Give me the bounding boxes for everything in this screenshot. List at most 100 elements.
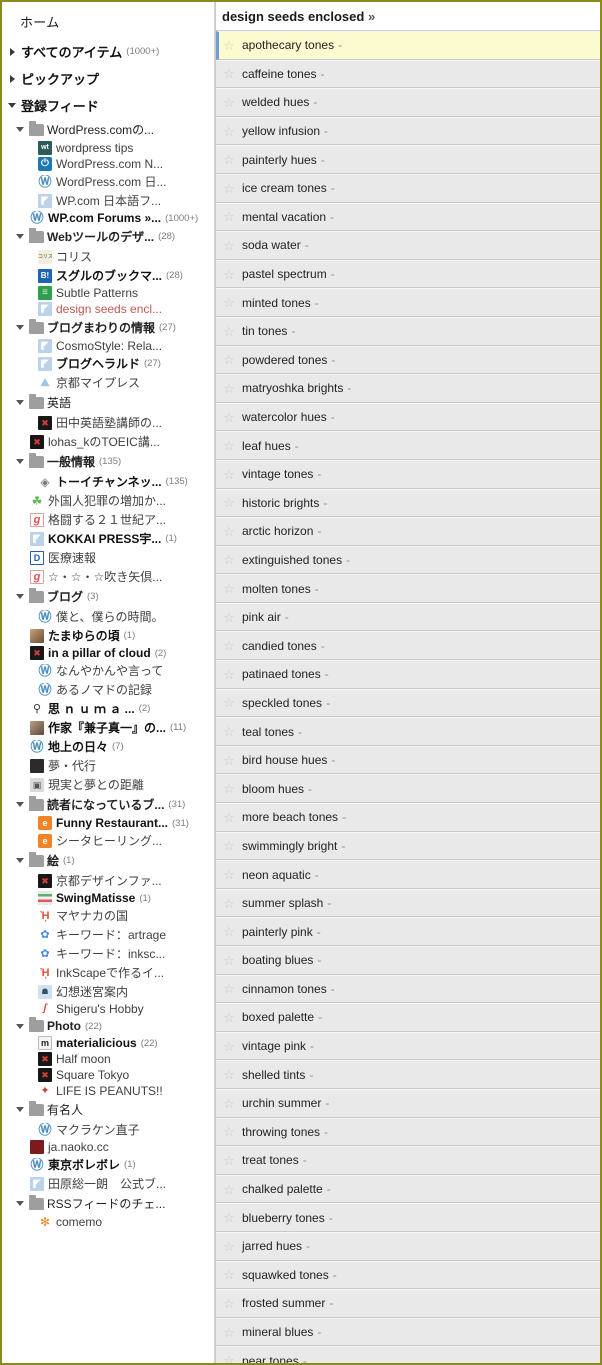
- chevron-down-icon[interactable]: [16, 457, 25, 466]
- sidebar-folder[interactable]: 英語: [2, 392, 214, 413]
- item-row[interactable]: ☆ molten tones -: [216, 574, 600, 603]
- star-icon[interactable]: ☆: [221, 525, 237, 538]
- sidebar-feed-item[interactable]: ◤ CosmoStyle: Rela...: [2, 338, 214, 354]
- star-icon[interactable]: ☆: [221, 239, 237, 252]
- star-icon[interactable]: ☆: [221, 1154, 237, 1167]
- item-row[interactable]: ☆ summer splash -: [216, 888, 600, 918]
- sidebar-feed-item[interactable]: ✖ Half moon: [2, 1051, 214, 1067]
- chevron-down-icon[interactable]: [16, 856, 25, 865]
- sidebar-feed-item[interactable]: Ⓦ WP.com Forums »... (1000+): [2, 210, 214, 226]
- item-row[interactable]: ☆ treat tones -: [216, 1146, 600, 1175]
- sidebar-feed-item[interactable]: WordPress.com N...: [2, 156, 214, 172]
- sidebar-feed-item[interactable]: ✖ in a pillar of cloud (2): [2, 645, 214, 661]
- item-row[interactable]: ☆ frosted summer -: [216, 1289, 600, 1318]
- star-icon[interactable]: ☆: [221, 1011, 237, 1024]
- sidebar-feed-item[interactable]: e シータヒーリング...: [2, 831, 214, 850]
- star-icon[interactable]: ☆: [221, 754, 237, 767]
- feed-title-header[interactable]: design seeds enclosed »: [216, 2, 600, 31]
- item-row[interactable]: ☆ pear tones -: [216, 1346, 600, 1363]
- item-row[interactable]: ☆ tin tones -: [216, 316, 600, 346]
- item-row[interactable]: ☆ caffeine tones -: [216, 59, 600, 89]
- star-icon[interactable]: ☆: [221, 782, 237, 795]
- sidebar-feed-item[interactable]: ᾘ マヤナカの国: [2, 906, 214, 925]
- star-icon[interactable]: ☆: [221, 411, 237, 424]
- sidebar-feed-item[interactable]: コリス コリス: [2, 247, 214, 266]
- item-row[interactable]: ☆ throwing tones -: [216, 1117, 600, 1147]
- star-icon[interactable]: ☆: [221, 96, 237, 109]
- chevron-right-icon[interactable]: [8, 47, 17, 56]
- sidebar-feed-item[interactable]: ✿ キーワード：inksc...: [2, 944, 214, 963]
- star-icon[interactable]: ☆: [221, 897, 237, 910]
- sidebar-section-2[interactable]: ピックアップ: [2, 65, 214, 92]
- sidebar-feed-item[interactable]: ◈ トーイチャンネッ... (135): [2, 472, 214, 491]
- item-row[interactable]: ☆ mineral blues -: [216, 1317, 600, 1347]
- item-row[interactable]: ☆ powdered tones -: [216, 345, 600, 375]
- sidebar-feed-item[interactable]: g ☆・☆・☆吹き矢倶...: [2, 567, 214, 586]
- star-icon[interactable]: ☆: [221, 1097, 237, 1110]
- sidebar-folder[interactable]: 有名人: [2, 1099, 214, 1120]
- item-row[interactable]: ☆ pink air -: [216, 602, 600, 632]
- item-row[interactable]: ☆ watercolor hues -: [216, 402, 600, 432]
- sidebar-feed-item[interactable]: ᾘ InkScapeで作るイ...: [2, 963, 214, 982]
- item-row[interactable]: ☆ leaf hues -: [216, 431, 600, 460]
- star-icon[interactable]: ☆: [221, 611, 237, 624]
- sidebar-folder[interactable]: ブログ (3): [2, 586, 214, 607]
- star-icon[interactable]: ☆: [221, 982, 237, 995]
- feed-sidebar[interactable]: ホーム すべてのアイテム (1000+) ピックアップ 登録フィード WordPres…: [2, 2, 215, 1363]
- item-row[interactable]: ☆ blueberry tones -: [216, 1203, 600, 1232]
- item-row[interactable]: ☆ extinguished tones -: [216, 545, 600, 575]
- chevron-down-icon[interactable]: [16, 232, 25, 241]
- item-row[interactable]: ☆ shelled tints -: [216, 1060, 600, 1089]
- item-row[interactable]: ☆ welded hues -: [216, 88, 600, 117]
- star-icon[interactable]: ☆: [221, 353, 237, 366]
- star-icon[interactable]: ☆: [221, 1068, 237, 1081]
- star-icon[interactable]: ☆: [221, 839, 237, 852]
- star-icon[interactable]: ☆: [221, 1268, 237, 1281]
- star-icon[interactable]: ☆: [221, 1183, 237, 1196]
- item-row[interactable]: ☆ urchin summer -: [216, 1088, 600, 1118]
- star-icon[interactable]: ☆: [221, 1326, 237, 1339]
- chevron-down-icon[interactable]: [16, 800, 25, 809]
- star-icon[interactable]: ☆: [221, 382, 237, 395]
- sidebar-feed-item[interactable]: ✖ Square Tokyo: [2, 1067, 214, 1083]
- sidebar-feed-item[interactable]: B! スグルのブックマ... (28): [2, 266, 214, 285]
- star-icon[interactable]: ☆: [221, 67, 237, 80]
- sidebar-feed-item[interactable]: ◤ design seeds encl...: [2, 301, 214, 317]
- sidebar-feed-item[interactable]: ⛰ 京都マイプレス: [2, 373, 214, 392]
- item-row[interactable]: ☆ ice cream tones -: [216, 173, 600, 203]
- star-icon[interactable]: ☆: [221, 325, 237, 338]
- sidebar-folder[interactable]: 読者になっているブ... (31): [2, 794, 214, 815]
- sidebar-feed-item[interactable]: Ⓦ 地上の日々 (7): [2, 737, 214, 756]
- chevron-down-icon[interactable]: [16, 1022, 25, 1031]
- item-row[interactable]: ☆ arctic horizon -: [216, 517, 600, 546]
- sidebar-feed-item[interactable]: g 格闘する２１世紀ア...: [2, 510, 214, 529]
- sidebar-section-1[interactable]: すべてのアイテム (1000+): [2, 38, 214, 65]
- star-icon[interactable]: ☆: [221, 1240, 237, 1253]
- sidebar-feed-item[interactable]: ☗ 幻想迷宮案内: [2, 982, 214, 1001]
- item-row[interactable]: ☆ candied tones -: [216, 631, 600, 661]
- sidebar-feed-item[interactable]: Ⓦ なんやかんや言って: [2, 661, 214, 680]
- sidebar-feed-item[interactable]: ✖ lohas_kのTOEIC講...: [2, 432, 214, 451]
- item-row[interactable]: ☆ vintage tones -: [216, 459, 600, 489]
- star-icon[interactable]: ☆: [221, 296, 237, 309]
- sidebar-feed-item[interactable]: wt wordpress tips: [2, 140, 214, 156]
- sidebar-feed-item[interactable]: ✖ 田中英語塾講師の...: [2, 413, 214, 432]
- sidebar-feed-item[interactable]: ≡ Subtle Patterns: [2, 285, 214, 301]
- item-row[interactable]: ☆ chalked palette -: [216, 1174, 600, 1204]
- star-icon[interactable]: ☆: [221, 925, 237, 938]
- star-icon[interactable]: ☆: [221, 182, 237, 195]
- sidebar-item-home[interactable]: ホーム: [2, 10, 214, 38]
- sidebar-feed-item[interactable]: ✖ 京都デザインファ...: [2, 871, 214, 890]
- star-icon[interactable]: ☆: [221, 553, 237, 566]
- star-icon[interactable]: ☆: [221, 868, 237, 881]
- sidebar-feed-item[interactable]: m materialicious (22): [2, 1035, 214, 1051]
- sidebar-folder[interactable]: WordPress.comの...: [2, 119, 214, 140]
- item-row[interactable]: ☆ squawked tones -: [216, 1260, 600, 1290]
- sidebar-feed-item[interactable]: Ⓦ 僕と、僕らの時間。: [2, 607, 214, 626]
- sidebar-folder[interactable]: Photo (22): [2, 1017, 214, 1035]
- sidebar-folder[interactable]: 絵 (1): [2, 850, 214, 871]
- item-row[interactable]: ☆ minted tones -: [216, 288, 600, 317]
- item-row[interactable]: ☆ boxed palette -: [216, 1003, 600, 1032]
- sidebar-feed-item[interactable]: Ⓦ マクラケン直子: [2, 1120, 214, 1139]
- star-icon[interactable]: ☆: [221, 468, 237, 481]
